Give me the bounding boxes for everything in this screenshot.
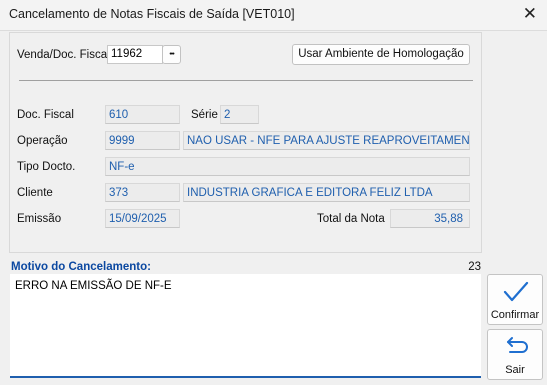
window-title: Cancelamento de Notas Fiscais de Saída [… — [9, 7, 295, 21]
details-panel: Venda/Doc. Fiscal 11962 ••• Usar Ambient… — [9, 32, 482, 253]
confirmar-button[interactable]: Confirmar — [487, 274, 543, 325]
serie-field: 2 — [220, 105, 259, 124]
tipo-docto-field: NF-e — [105, 157, 470, 176]
cliente-label: Cliente — [17, 187, 53, 199]
motivo-textarea[interactable]: ERRO NA EMISSÃO DE NF-E — [10, 274, 481, 378]
venda-label: Venda/Doc. Fiscal — [17, 49, 110, 61]
venda-lookup-button[interactable]: ••• — [162, 45, 181, 64]
motivo-label: Motivo do Cancelamento: — [11, 261, 151, 273]
title-bar: Cancelamento de Notas Fiscais de Saída [… — [0, 0, 547, 31]
doc-fiscal-field: 610 — [105, 105, 180, 124]
homologacao-button[interactable]: Usar Ambiente de Homologação — [292, 44, 470, 65]
cliente-name-field: INDUSTRIA GRAFICA E EDITORA FELIZ LTDA — [183, 183, 470, 202]
tipo-docto-label: Tipo Docto. — [17, 161, 76, 173]
operacao-label: Operação — [17, 135, 68, 147]
sair-label: Sair — [505, 364, 525, 376]
separator — [19, 80, 473, 81]
sair-button[interactable]: Sair — [487, 329, 543, 380]
doc-fiscal-label: Doc. Fiscal — [17, 109, 74, 121]
total-nota-field: 35,88 — [390, 209, 470, 228]
venda-input[interactable]: 11962 — [107, 45, 163, 64]
operacao-desc-field: NAO USAR - NFE PARA AJUSTE REAPROVEITAME… — [183, 131, 470, 150]
checkmark-icon — [503, 281, 529, 302]
return-arrow-icon — [507, 337, 528, 353]
emissao-label: Emissão — [17, 213, 62, 225]
operacao-code-field: 9999 — [105, 131, 180, 150]
close-icon[interactable]: ✕ — [523, 3, 537, 25]
char-count: 23 — [468, 261, 481, 273]
serie-label: Série — [191, 109, 218, 121]
total-nota-label: Total da Nota — [317, 213, 385, 225]
cliente-code-field: 373 — [105, 183, 180, 202]
emissao-field: 15/09/2025 — [105, 209, 180, 228]
confirmar-label: Confirmar — [490, 309, 540, 321]
